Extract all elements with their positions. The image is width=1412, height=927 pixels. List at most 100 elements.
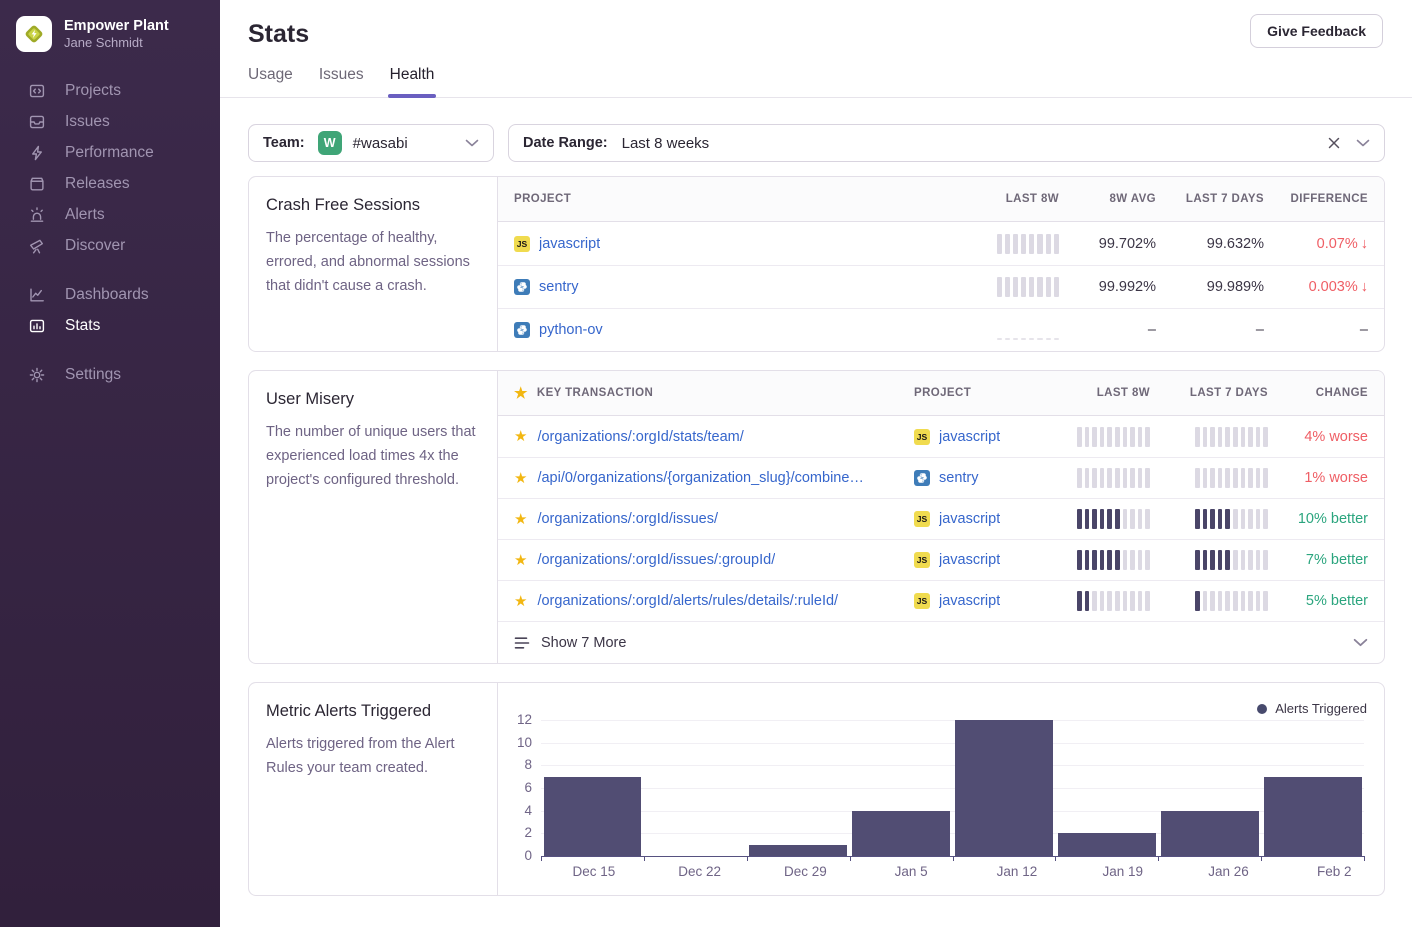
project-link[interactable]: javascript — [539, 236, 600, 252]
column-header: Difference — [1291, 193, 1368, 205]
project-link[interactable]: javascript — [939, 593, 1000, 609]
transaction-link[interactable]: /api/0/organizations/{organization_slug}… — [537, 470, 863, 486]
x-axis-tick-label: Jan 19 — [1070, 864, 1176, 879]
tab-usage[interactable]: Usage — [248, 66, 293, 97]
sparkline-8w — [1077, 427, 1150, 447]
project-link[interactable]: javascript — [939, 552, 1000, 568]
transaction-link[interactable]: /organizations/:orgId/issues/ — [537, 511, 718, 527]
key-transaction-star-icon[interactable]: ★ — [514, 429, 527, 444]
key-transaction-star-icon[interactable]: ★ — [514, 594, 527, 609]
y-axis-tick-label: 8 — [498, 757, 532, 772]
sparkline-sessions — [997, 277, 1060, 297]
sparkline-7d — [1195, 427, 1268, 447]
sparkline-empty — [997, 320, 1060, 340]
team-avatar: W — [318, 131, 342, 155]
change-value: 1% worse — [1304, 470, 1368, 486]
misery-table-header: ★Key TransactionProjectLast 8WLast 7 Day… — [498, 371, 1384, 416]
tab-issues[interactable]: Issues — [319, 66, 364, 97]
give-feedback-button[interactable]: Give Feedback — [1250, 14, 1383, 48]
chevron-down-icon — [1356, 139, 1370, 147]
project-link[interactable]: javascript — [939, 429, 1000, 445]
alerts-icon — [28, 206, 46, 224]
sparkline-8w — [1077, 550, 1150, 570]
stats-icon — [28, 317, 46, 335]
table-row: JSjavascript99.702%99.632%0.07%↓ — [498, 222, 1384, 265]
key-transaction-star-icon[interactable]: ★ — [514, 512, 527, 527]
sidebar-item-discover[interactable]: Discover — [0, 230, 220, 261]
discover-icon — [28, 237, 46, 255]
table-row: ★ /organizations/:orgId/alerts/rules/deta… — [498, 580, 1384, 621]
last-7-days-value: – — [1256, 322, 1264, 338]
chart-bar-feb-2 — [1264, 777, 1362, 856]
table-row: sentry99.992%99.989%0.003%↓ — [498, 265, 1384, 308]
transaction-link[interactable]: /organizations/:orgId/alerts/rules/detai… — [537, 593, 838, 609]
user-name: Jane Schmidt — [64, 35, 169, 51]
panel-description: The percentage of healthy, errored, and … — [266, 226, 480, 299]
main-content: Stats Give Feedback Usage Issues Health Te… — [220, 0, 1412, 927]
table-row: ★/organizations/:orgId/issues/:groupId/J… — [498, 539, 1384, 580]
tab-health[interactable]: Health — [390, 66, 435, 97]
date-range-select[interactable]: Date Range: Last 8 weeks — [508, 124, 1385, 162]
y-axis-tick-label: 4 — [498, 803, 532, 818]
key-transaction-star-icon[interactable]: ★ — [514, 471, 527, 486]
arrow-down-icon: ↓ — [1361, 279, 1368, 295]
org-switcher[interactable]: Empower Plant Jane Schmidt — [0, 14, 220, 54]
change-value: 4% worse — [1304, 429, 1368, 445]
sidebar-item-releases[interactable]: Releases — [0, 168, 220, 199]
x-axis-tick-label: Dec 29 — [753, 864, 859, 879]
javascript-platform-icon: JS — [914, 511, 930, 527]
sidebar-item-performance[interactable]: Performance — [0, 137, 220, 168]
chart-bar-dec-15 — [544, 777, 642, 856]
show-more-label: Show 7 More — [541, 635, 626, 651]
project-link[interactable]: sentry — [939, 470, 979, 486]
sidebar-item-projects[interactable]: Projects — [0, 75, 220, 106]
column-header: Last 8W — [1097, 387, 1150, 399]
sidebar-item-settings[interactable]: Settings — [0, 359, 220, 390]
sparkline-7d — [1195, 550, 1268, 570]
project-link[interactable]: python-ov — [539, 322, 603, 338]
misery-table-body: ★ /organizations/:orgId/stats/team/JS java… — [498, 416, 1384, 621]
legend-dot-icon — [1257, 704, 1267, 714]
column-header: Last 7 Days — [1190, 387, 1268, 399]
difference-value: – — [1360, 321, 1368, 339]
transaction-link[interactable]: /organizations/:orgId/issues/:groupId/ — [537, 552, 775, 568]
clear-icon[interactable] — [1328, 137, 1340, 149]
sparkline-7d — [1195, 591, 1268, 611]
alerts-triggered-chart: Alerts Triggered 024681012Dec 15Dec 22De… — [498, 683, 1384, 895]
sidebar-item-stats[interactable]: Stats — [0, 310, 220, 341]
team-select[interactable]: Team: W #wasabi — [248, 124, 494, 162]
crash-table-header: ProjectLast 8W8W AvgLast 7 DaysDifferenc… — [498, 177, 1384, 222]
python-platform-icon — [514, 322, 530, 338]
user-misery-panel: User Misery The number of unique users t… — [248, 370, 1385, 664]
transaction-link[interactable]: /organizations/:orgId/stats/team/ — [537, 429, 743, 445]
chevron-down-icon — [465, 139, 479, 147]
x-axis-tick-label: Dec 22 — [647, 864, 753, 879]
sidebar-item-alerts[interactable]: Alerts — [0, 199, 220, 230]
team-select-label: Team: — [263, 135, 305, 151]
list-icon — [514, 636, 530, 650]
last-7-days-value: 99.989% — [1207, 279, 1264, 295]
chart-bar-jan-5 — [852, 811, 950, 856]
chart-bar-jan-12 — [955, 720, 1053, 856]
project-link[interactable]: sentry — [539, 279, 579, 295]
column-header: Last 8W — [1006, 193, 1059, 205]
sparkline-8w — [1077, 591, 1150, 611]
org-logo — [16, 16, 52, 52]
chart-bar-jan-26 — [1161, 811, 1259, 856]
sparkline-sessions — [997, 234, 1060, 254]
project-link[interactable]: javascript — [939, 511, 1000, 527]
crash-free-sessions-panel: Crash Free Sessions The percentage of he… — [248, 176, 1385, 352]
change-value: 7% better — [1306, 552, 1368, 568]
chart-legend[interactable]: Alerts Triggered — [1257, 701, 1367, 716]
column-header: ★Key Transaction — [514, 386, 914, 401]
table-row: ★ /api/0/organizations/{organization_slug… — [498, 457, 1384, 498]
crash-table-body: JSjavascript99.702%99.632%0.07%↓sentry99… — [498, 222, 1384, 351]
key-transaction-star-icon[interactable]: ★ — [514, 553, 527, 568]
sidebar-item-issues[interactable]: Issues — [0, 106, 220, 137]
star-icon: ★ — [514, 386, 528, 401]
panel-title: Metric Alerts Triggered — [266, 702, 480, 721]
date-range-label: Date Range: — [523, 135, 608, 151]
sidebar-item-dashboards[interactable]: Dashboards — [0, 279, 220, 310]
show-more-button[interactable]: Show 7 More — [498, 621, 1384, 663]
page-title: Stats — [248, 20, 1384, 49]
